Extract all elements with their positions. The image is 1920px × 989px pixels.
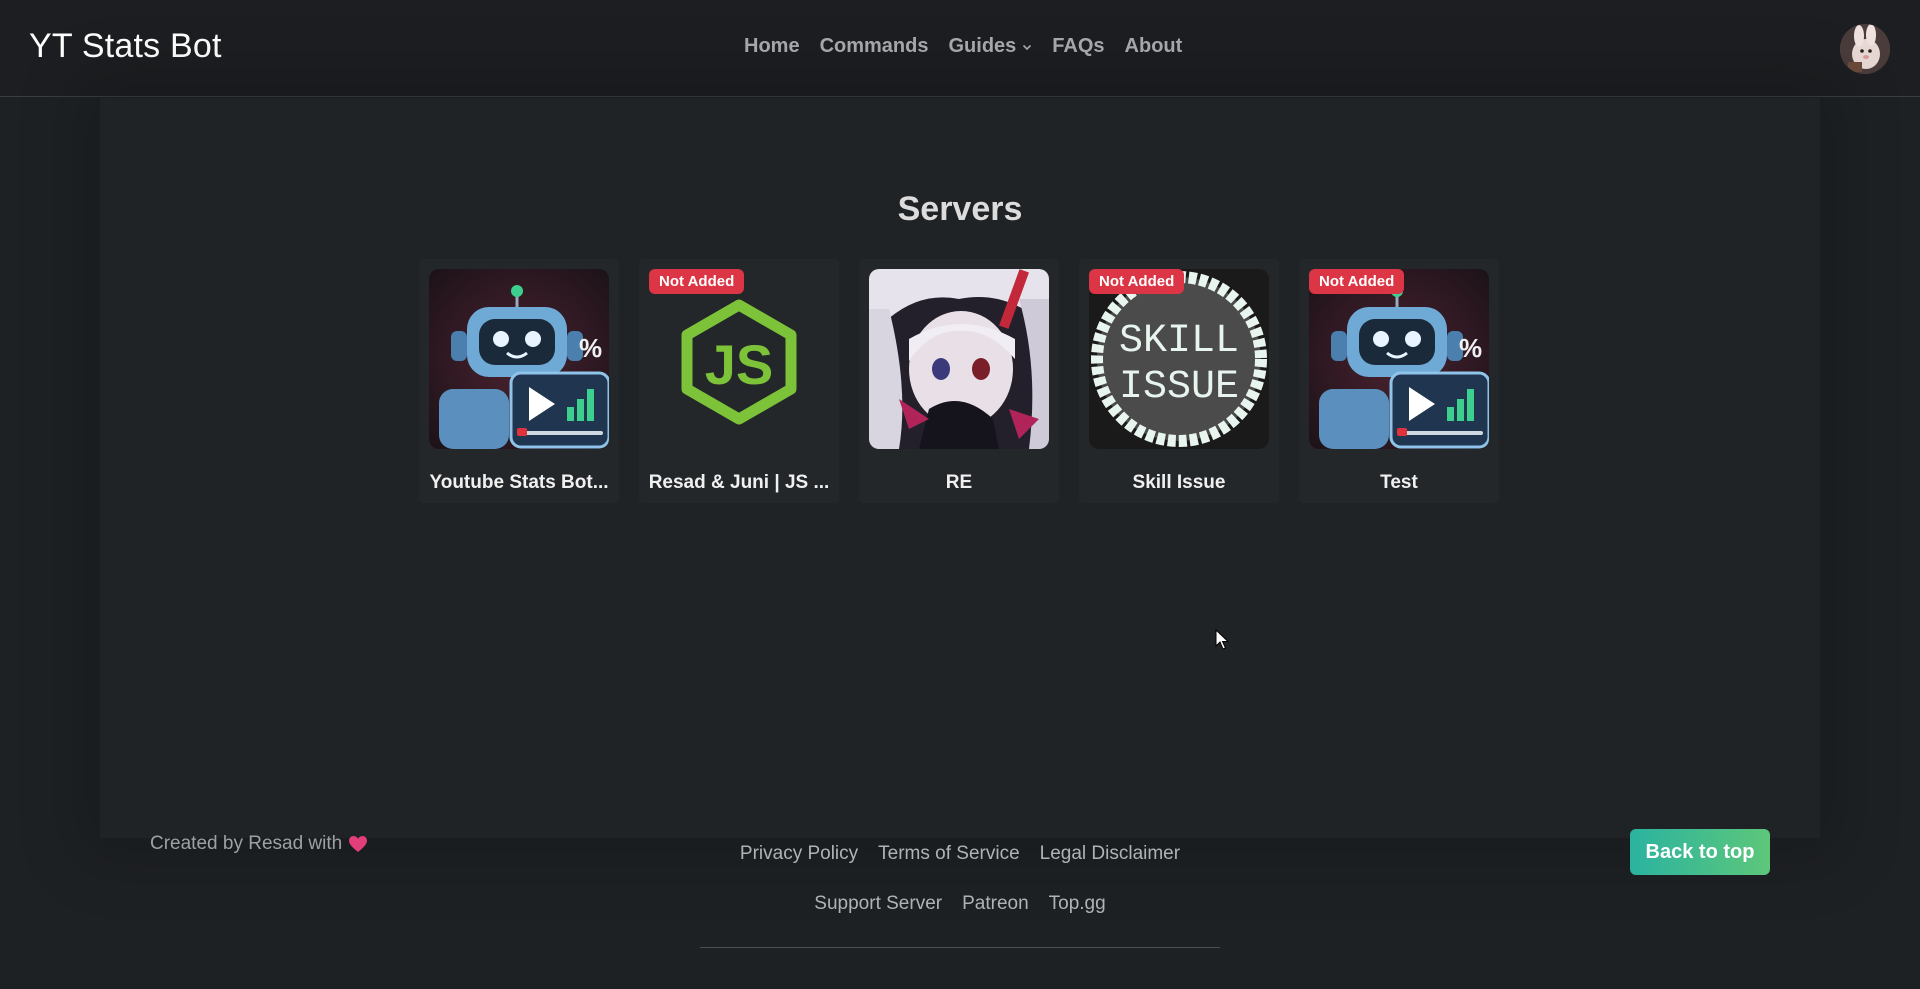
server-card[interactable]: Not Added % Test — [1299, 259, 1499, 503]
server-card[interactable]: Not Added JS Resad & Juni | JS ... — [639, 259, 839, 503]
privacy-policy-link[interactable]: Privacy Policy — [740, 843, 858, 865]
svg-text:%: % — [579, 333, 602, 363]
robot-stats-icon: % — [1309, 269, 1489, 449]
svg-text:SKILL: SKILL — [1119, 319, 1239, 364]
server-card[interactable]: % Youtube Stats Bot... — [419, 259, 619, 503]
robot-stats-icon: % — [429, 269, 609, 449]
footer-divider — [700, 947, 1220, 948]
user-avatar[interactable] — [1840, 24, 1890, 74]
server-icon: SKILL ISSUE — [1089, 269, 1269, 449]
back-to-top-button[interactable]: Back to top — [1630, 829, 1770, 875]
nav-commands[interactable]: Commands — [820, 35, 929, 58]
nav-about[interactable]: About — [1125, 35, 1183, 58]
server-list: % Youtube Stats Bot... Not Added JS Resa… — [419, 259, 1499, 503]
server-icon — [869, 269, 1049, 449]
footer-links-secondary: Support Server Patreon Top.gg — [0, 893, 1920, 915]
server-icon: % — [429, 269, 609, 449]
not-added-badge: Not Added — [649, 269, 745, 294]
nav-guides[interactable]: Guides — [948, 35, 1032, 58]
server-name: RE — [945, 472, 973, 493]
svg-text:%: % — [1459, 333, 1482, 363]
server-icon: JS — [649, 269, 829, 449]
patreon-link[interactable]: Patreon — [962, 893, 1029, 915]
svg-text:ISSUE: ISSUE — [1119, 365, 1239, 410]
support-server-link[interactable]: Support Server — [814, 893, 942, 915]
server-name: Test — [1380, 472, 1418, 493]
server-name: Resad & Juni | JS ... — [648, 472, 830, 493]
anime-avatar-icon — [869, 269, 1049, 449]
navbar: YT Stats Bot Home Commands Guides FAQs A… — [0, 0, 1920, 97]
topgg-link[interactable]: Top.gg — [1049, 893, 1106, 915]
server-name: Skill Issue — [1132, 472, 1226, 493]
chevron-down-icon — [1023, 44, 1032, 50]
server-card[interactable]: RE — [859, 259, 1059, 503]
not-added-badge: Not Added — [1089, 269, 1185, 294]
nav-links: Home Commands Guides FAQs About — [744, 35, 1182, 58]
nav-faqs[interactable]: FAQs — [1052, 35, 1104, 58]
nav-home[interactable]: Home — [744, 35, 800, 58]
not-added-badge: Not Added — [1309, 269, 1405, 294]
mouse-cursor-icon — [1215, 629, 1229, 650]
nav-guides-label: Guides — [948, 35, 1017, 57]
server-card[interactable]: Not Added SKILL ISSUE Skill Issue — [1079, 259, 1279, 503]
brand-title[interactable]: YT Stats Bot — [29, 27, 222, 66]
skill-issue-icon: SKILL ISSUE — [1089, 269, 1269, 449]
terms-of-service-link[interactable]: Terms of Service — [878, 843, 1019, 865]
server-icon: % — [1309, 269, 1489, 449]
nodejs-icon: JS — [649, 269, 829, 449]
svg-text:JS: JS — [705, 333, 774, 396]
legal-disclaimer-link[interactable]: Legal Disclaimer — [1040, 843, 1180, 865]
server-name: Youtube Stats Bot... — [429, 472, 609, 493]
page-title: Servers — [897, 190, 1023, 228]
